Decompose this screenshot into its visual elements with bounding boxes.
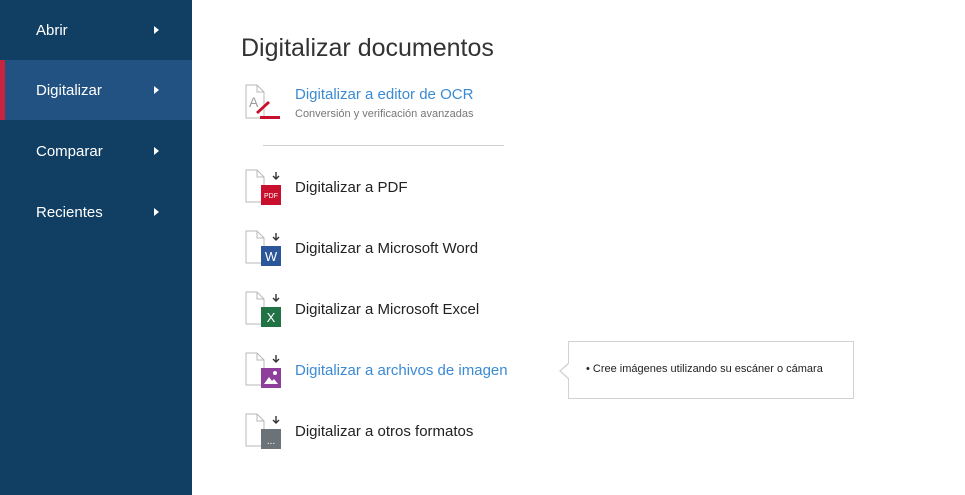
sidebar-item-comparar[interactable]: Comparar — [0, 121, 192, 181]
scan-to-ocr-editor-label: Digitalizar a editor de OCR — [295, 86, 474, 103]
scan-to-excel-label: Digitalizar a Microsoft Excel — [295, 301, 480, 318]
chevron-right-icon — [154, 86, 159, 94]
scan-to-word-label: Digitalizar a Microsoft Word — [295, 240, 479, 257]
active-indicator — [0, 60, 5, 120]
sidebar-item-label: Comparar — [36, 142, 103, 160]
other-formats-icon: ... — [245, 413, 281, 449]
tooltip-caret-fill — [561, 363, 570, 379]
sidebar: Abrir Digitalizar Comparar Recientes — [0, 0, 192, 495]
scan-to-image-label: Digitalizar a archivos de imagen — [295, 362, 508, 379]
svg-text:W: W — [265, 249, 278, 264]
scan-to-pdf-label: Digitalizar a PDF — [295, 179, 408, 196]
svg-text:X: X — [267, 310, 276, 325]
scan-to-word-item[interactable]: W Digitalizar a Microsoft Word — [244, 229, 704, 269]
main-panel: Digitalizar documentos A Digitalizar a e… — [192, 0, 965, 495]
chevron-right-icon — [154, 208, 159, 216]
word-icon: W — [245, 230, 281, 266]
sidebar-item-abrir[interactable]: Abrir — [0, 0, 192, 60]
sidebar-item-recientes[interactable]: Recientes — [0, 182, 192, 242]
scan-to-ocr-editor-item[interactable]: A Digitalizar a editor de OCR Conversión… — [244, 84, 704, 124]
scan-to-other-formats-label: Digitalizar a otros formatos — [295, 423, 474, 440]
sidebar-item-label: Digitalizar — [36, 81, 102, 99]
sidebar-item-label: Abrir — [36, 21, 68, 39]
svg-text:...: ... — [267, 436, 275, 447]
scan-to-other-formats-item[interactable]: ... Digitalizar a otros formatos — [244, 412, 704, 452]
page-title: Digitalizar documentos — [241, 34, 494, 62]
divider — [263, 145, 504, 146]
excel-icon: X — [245, 291, 281, 327]
svg-text:PDF: PDF — [264, 193, 278, 200]
chevron-right-icon — [154, 147, 159, 155]
scan-to-excel-item[interactable]: X Digitalizar a Microsoft Excel — [244, 290, 704, 330]
image-icon — [245, 352, 281, 388]
ocr-editor-icon: A — [245, 84, 280, 119]
chevron-right-icon — [154, 26, 159, 34]
sidebar-item-digitalizar[interactable]: Digitalizar — [0, 60, 192, 120]
scan-to-pdf-item[interactable]: PDF Digitalizar a PDF — [244, 168, 704, 208]
sidebar-item-label: Recientes — [36, 203, 103, 221]
svg-text:A: A — [249, 94, 259, 110]
scan-to-ocr-editor-sublabel: Conversión y verificación avanzadas — [295, 108, 474, 120]
image-item-tooltip: • Cree imágenes utilizando su escáner o … — [559, 341, 854, 399]
tooltip-text: • Cree imágenes utilizando su escáner o … — [586, 363, 823, 375]
pdf-icon: PDF — [245, 169, 281, 205]
